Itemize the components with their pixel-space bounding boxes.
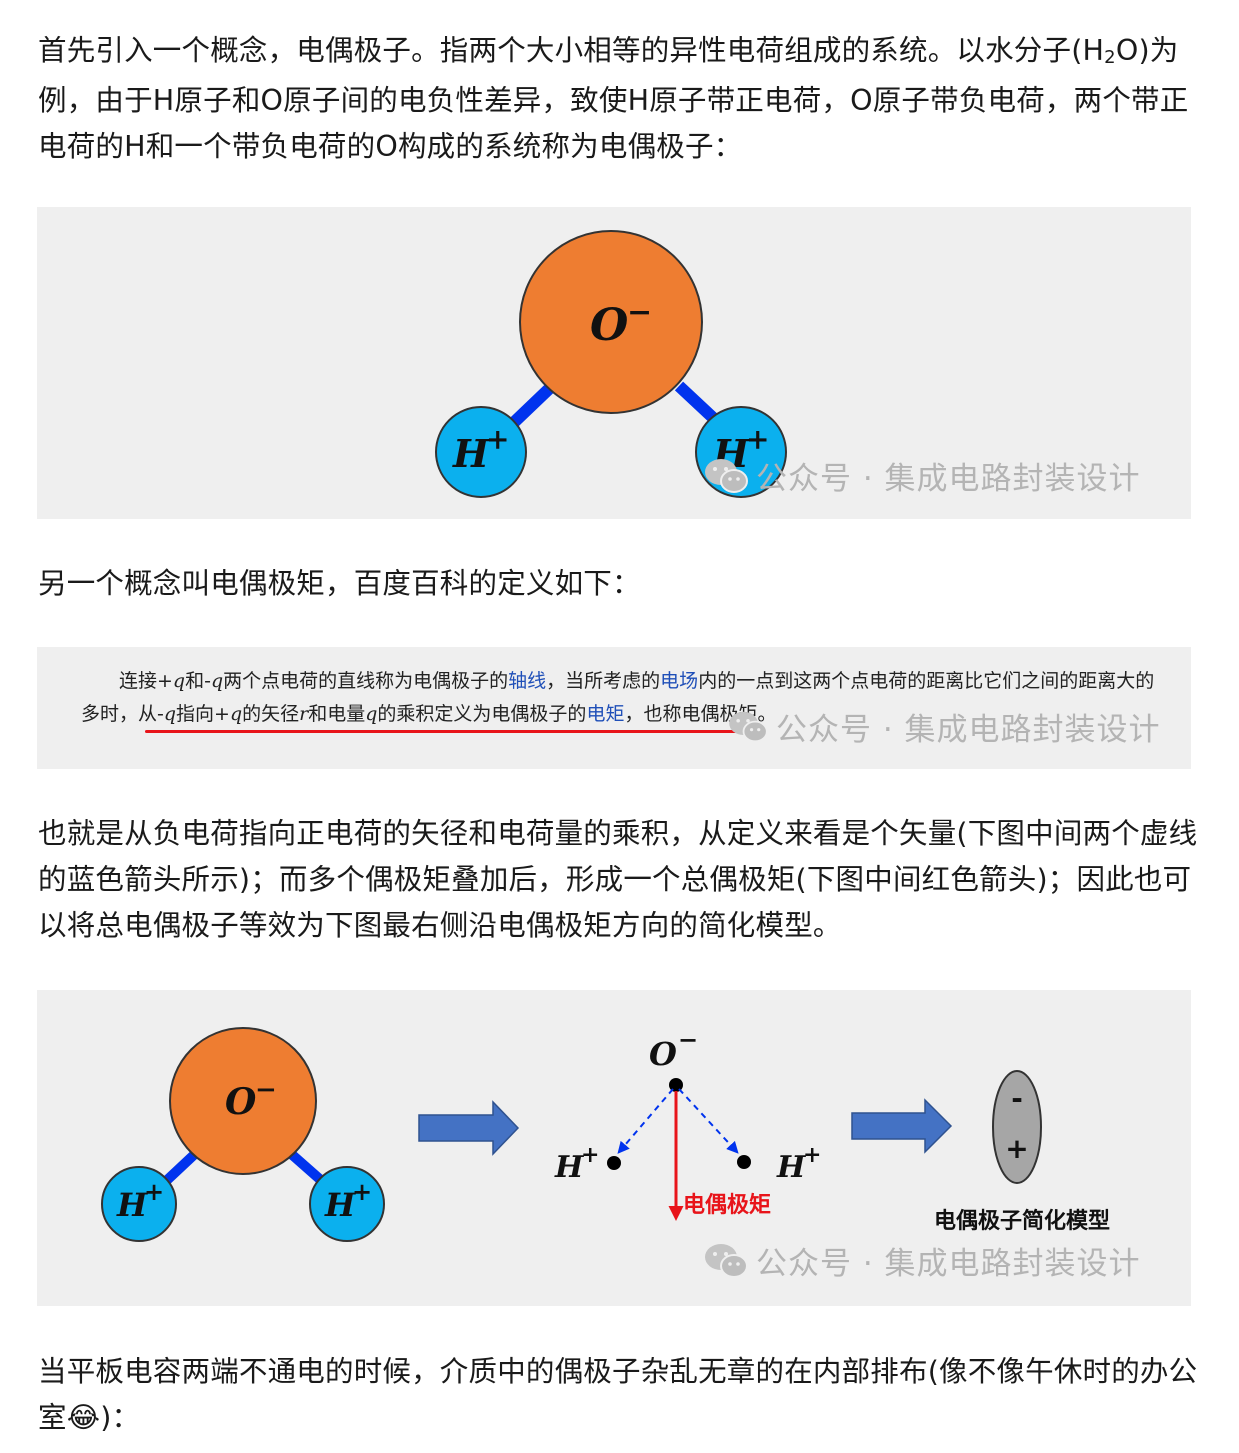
figure-dipole-model: O − H + H + O − H + H + 电偶极矩 - + 电偶极子简化模… xyxy=(37,990,1191,1306)
watermark: 公众号 · 集成电路封装设计 xyxy=(728,704,1161,749)
wechat-icon xyxy=(729,711,768,742)
link-axis[interactable]: 轴线 xyxy=(508,670,546,692)
hydrogen-left-charge: + xyxy=(486,423,509,456)
figure-definition: 连接+q和-q两个点电荷的直线称为电偶极子的轴线，当所考虑的电场内的一点到这两个… xyxy=(37,647,1191,769)
watermark: 公众号 · 集成电路封装设计 xyxy=(704,1238,1141,1283)
paragraph-capacitor: 当平板电容两端不通电的时候，介质中的偶极子杂乱无章的在内部排布(像不像午休时的办… xyxy=(38,1355,1198,1434)
link-electric-field[interactable]: 电场 xyxy=(660,670,698,692)
dipole-moment-label: 电偶极矩 xyxy=(683,1192,771,1218)
subscript-two: 2 xyxy=(1104,47,1116,68)
red-underline xyxy=(145,730,758,733)
wechat-icon xyxy=(705,1243,748,1278)
bond-left xyxy=(161,1148,201,1186)
positive-charge-point-left xyxy=(607,1156,621,1170)
vector-oxygen-charge: − xyxy=(678,1025,698,1054)
paragraph-dipole-moment: 另一个概念叫电偶极矩，百度百科的定义如下： xyxy=(38,567,641,600)
dipole-vector-right xyxy=(678,1088,739,1154)
vector-hydrogen-right-charge: + xyxy=(803,1142,821,1168)
model-caption: 电偶极子简化模型 xyxy=(934,1208,1110,1234)
paragraph-vector-explanation: 也就是从负电荷指向正电荷的矢径和电荷量的乘积，从定义来看是个矢量(下图中间两个虚… xyxy=(38,817,1198,942)
model-minus-sign: - xyxy=(1011,1082,1023,1115)
model-plus-sign: + xyxy=(1005,1132,1028,1165)
dipole-vector-left xyxy=(617,1088,674,1154)
oxygen-label: O xyxy=(590,300,628,351)
figure-water-molecule: O − H + H + 公众号 · 集成电路封装设计 xyxy=(37,207,1191,519)
positive-charge-point-right xyxy=(737,1155,751,1169)
right-arrow-icon xyxy=(851,1098,953,1154)
hydrogen-right-charge: + xyxy=(352,1177,372,1206)
wechat-icon xyxy=(705,458,748,493)
link-electric-moment[interactable]: 电矩 xyxy=(586,703,624,725)
oxygen-charge: − xyxy=(627,295,652,330)
laughing-emoji-icon: 😂 xyxy=(66,1401,101,1434)
oxygen-charge: − xyxy=(255,1075,277,1105)
vector-oxygen-label: O xyxy=(649,1035,677,1073)
hydrogen-right-charge: + xyxy=(746,423,769,456)
bond-right xyxy=(285,1148,327,1186)
right-arrow-icon xyxy=(418,1100,520,1156)
hydrogen-left-label: H xyxy=(452,431,490,476)
oxygen-label: O xyxy=(225,1081,257,1123)
watermark: 公众号 · 集成电路封装设计 xyxy=(704,453,1141,498)
paragraph-intro: 首先引入一个概念，电偶极子。指两个大小相等的异性电荷组成的系统。以水分子(H2O… xyxy=(38,34,1189,163)
vector-hydrogen-left-charge: + xyxy=(581,1142,599,1168)
hydrogen-left-charge: + xyxy=(144,1177,164,1206)
